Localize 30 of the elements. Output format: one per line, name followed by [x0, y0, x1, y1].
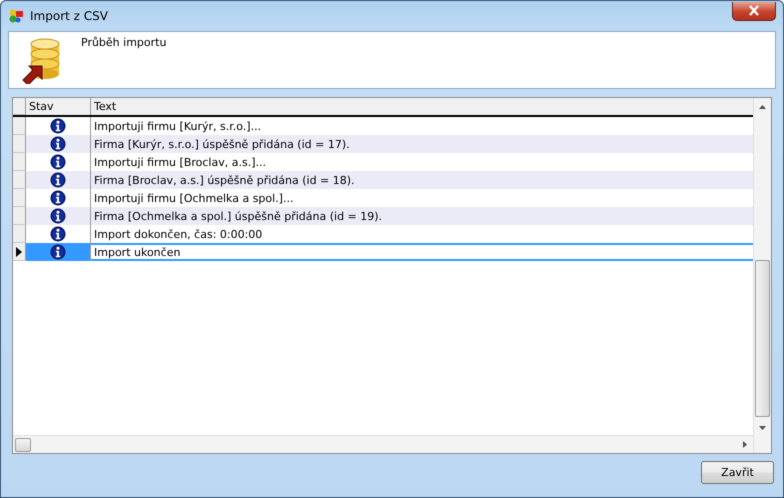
- info-icon: [50, 136, 66, 152]
- close-dialog-button[interactable]: Zavřit: [701, 460, 774, 484]
- scrollbar-thumb[interactable]: [755, 260, 770, 417]
- table-cell-text: Firma [Kurýr, s.r.o.] úspěšně přidána (id = 17).: [93, 136, 351, 152]
- database-import-icon: [21, 36, 61, 84]
- info-icon: [50, 208, 66, 224]
- scroll-up-icon[interactable]: [759, 104, 766, 108]
- app-icon: [8, 8, 24, 24]
- close-icon: [747, 5, 761, 16]
- table-cell-text: Import dokončen, čas: 0:00:00: [93, 226, 264, 242]
- info-icon: [50, 226, 66, 242]
- table-cell-text: Importuji firmu [Ochmelka a spol.]...: [93, 190, 294, 206]
- close-button[interactable]: [732, 2, 776, 20]
- table-cell-text: Firma [Broclav, a.s.] úspěšně přidána (id = 18).: [93, 172, 356, 188]
- table-cell: Import ukončen: [91, 243, 753, 261]
- scroll-right-icon[interactable]: [742, 441, 746, 448]
- info-icon: [50, 118, 66, 134]
- scrollbar-thumb[interactable]: [15, 438, 31, 452]
- table-cell-text: Importuji firmu [Broclav, a.s.]...: [93, 154, 267, 170]
- current-row-icon: [16, 246, 22, 256]
- info-icon: [50, 154, 66, 170]
- info-icon: [50, 172, 66, 188]
- header-title: Průběh importu: [81, 36, 166, 51]
- table-cell-text: Firma [Ochmelka a spol.] úspěšně přidána (id = 19).: [93, 208, 384, 224]
- table-cell-text: Importuji firmu [Kurýr, s.r.o.]...: [93, 118, 262, 134]
- window-title: Import z CSV: [30, 9, 109, 23]
- row-indicator[interactable]: [13, 243, 26, 261]
- info-icon: [50, 244, 66, 260]
- scroll-down-icon[interactable]: [759, 426, 766, 430]
- info-icon: [50, 190, 66, 206]
